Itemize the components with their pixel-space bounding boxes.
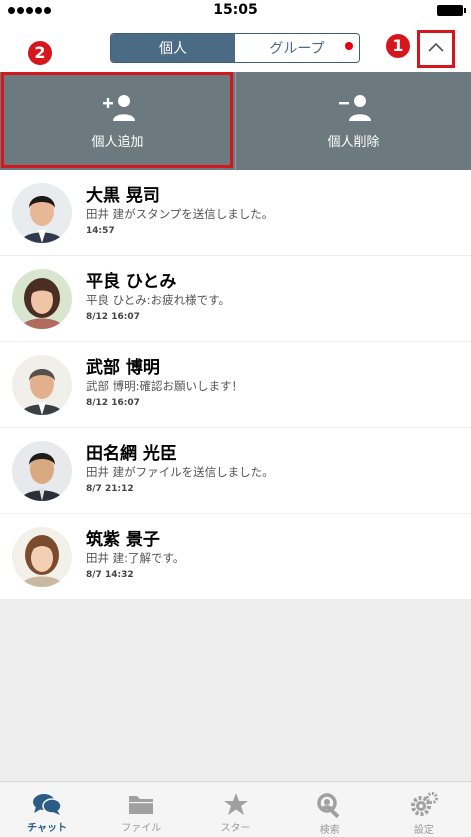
- tab-settings[interactable]: 設定: [377, 782, 471, 837]
- avatar: [12, 183, 72, 243]
- message-time: 8/7 14:32: [86, 570, 134, 580]
- message-time: 14:57: [86, 226, 115, 236]
- notification-badge: [345, 42, 353, 50]
- last-message: 平良 ひとみ:お疲れ様です。: [86, 293, 231, 307]
- tab-chat[interactable]: チャット: [0, 782, 94, 837]
- message-time: 8/12 16:07: [86, 398, 140, 408]
- gear-icon: [410, 792, 438, 816]
- contact-name: 筑紫 景子: [86, 530, 160, 550]
- marker-1: 1: [386, 34, 410, 58]
- last-message: 田井 建がスタンプを送信しました。: [86, 207, 274, 221]
- tab-chat-label: チャット: [27, 823, 68, 834]
- star-icon: [223, 793, 248, 815]
- last-message: 武部 博明:確認お願いします！: [86, 379, 244, 393]
- message-time: 8/7 21:12: [86, 484, 134, 494]
- avatar: [12, 527, 72, 587]
- chat-row[interactable]: 大黒 晃司 田井 建がスタンプを送信しました。 14:57: [0, 170, 471, 256]
- header: 2 個人 グループ 1: [0, 22, 471, 72]
- tab-star-label: スター: [220, 823, 251, 834]
- last-message: 田井 建:了解です。: [86, 551, 185, 565]
- contact-name: 大黒 晃司: [86, 186, 160, 206]
- remove-person-button[interactable]: 個人削除: [235, 72, 471, 170]
- chat-bubbles-icon: [33, 794, 62, 815]
- tab-settings-label: 設定: [413, 825, 434, 836]
- chevron-up-icon: [428, 42, 444, 52]
- contact-name: 田名網 光臣: [86, 444, 177, 464]
- action-bar: 個人追加 個人削除: [0, 72, 471, 170]
- collapse-button[interactable]: [417, 30, 455, 68]
- segment-control: 個人 グループ: [110, 33, 360, 63]
- folder-icon: [129, 796, 154, 814]
- tab-star[interactable]: スター: [188, 782, 282, 837]
- add-person-icon: [102, 94, 135, 121]
- search-icon: [316, 793, 340, 818]
- avatar: [12, 441, 72, 501]
- message-time: 8/12 16:07: [86, 312, 140, 322]
- chat-list: 大黒 晃司 田井 建がスタンプを送信しました。 14:57 平良 ひとみ 平良 …: [0, 170, 471, 599]
- tab-file[interactable]: ファイル: [94, 782, 188, 837]
- marker-2: 2: [28, 41, 52, 65]
- status-bar: 15:05: [0, 0, 471, 22]
- tab-bar: チャット ファイル スター 検索 設定: [0, 781, 471, 837]
- tab-group[interactable]: グループ: [235, 34, 359, 62]
- avatar: [12, 355, 72, 415]
- chat-row[interactable]: 田名網 光臣 田井 建がファイルを送信しました。 8/7 21:12: [0, 428, 471, 514]
- remove-person-icon: [338, 94, 371, 121]
- tab-individual[interactable]: 個人: [111, 34, 235, 62]
- battery-icon: [437, 5, 466, 16]
- status-time: 15:05: [213, 2, 258, 18]
- tab-file-label: ファイル: [121, 823, 162, 834]
- avatar: [12, 269, 72, 329]
- tab-search-label: 検索: [319, 825, 340, 836]
- remove-person-label: 個人削除: [327, 134, 380, 150]
- chat-row[interactable]: 筑紫 景子 田井 建:了解です。 8/7 14:32: [0, 514, 471, 599]
- contact-name: 平良 ひとみ: [86, 272, 177, 292]
- tab-search[interactable]: 検索: [283, 782, 377, 837]
- tab-group-label: グループ: [269, 41, 325, 57]
- contact-name: 武部 博明: [86, 358, 160, 378]
- chat-row[interactable]: 平良 ひとみ 平良 ひとみ:お疲れ様です。 8/12 16:07: [0, 256, 471, 342]
- chat-row[interactable]: 武部 博明 武部 博明:確認お願いします！ 8/12 16:07: [0, 342, 471, 428]
- add-person-button[interactable]: 個人追加: [0, 72, 235, 170]
- last-message: 田井 建がファイルを送信しました。: [86, 465, 274, 479]
- add-person-label: 個人追加: [91, 134, 144, 150]
